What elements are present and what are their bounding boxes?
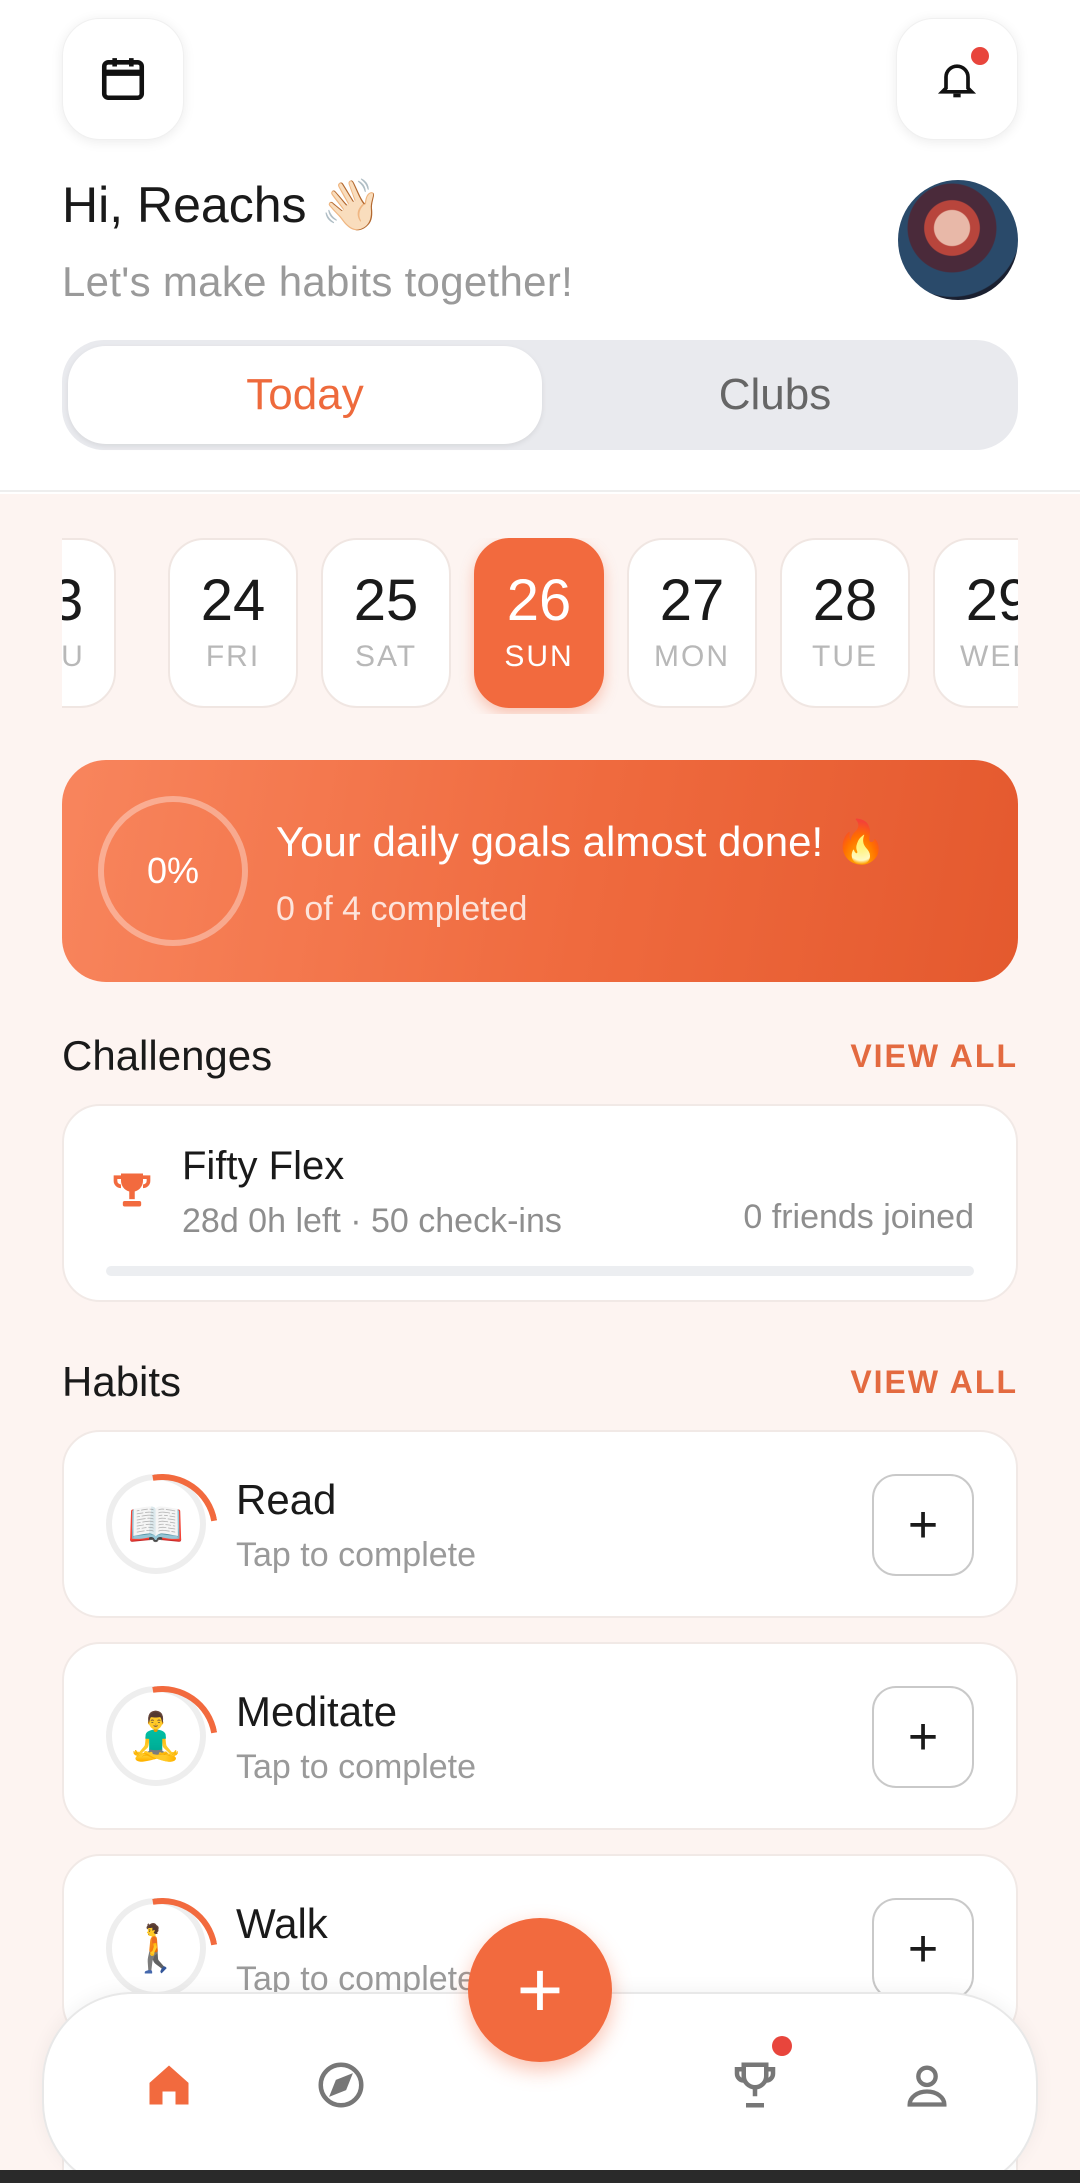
habit-name: Meditate (236, 1688, 398, 1735)
goal-title: Your daily goals almost done! 🔥 (276, 818, 888, 865)
date-weekday: MON (654, 640, 730, 673)
date-weekday: TUE (812, 640, 878, 673)
habit-subtitle: Tap to complete (236, 1536, 477, 1574)
habit-card[interactable]: 📖 Read Tap to complete + (62, 1430, 1018, 1618)
goal-progress-ring: 0% (98, 796, 248, 946)
date-item[interactable]: 27 MON (627, 538, 757, 708)
notification-badge (971, 47, 989, 65)
goal-percent: 0% (146, 850, 200, 891)
date-item[interactable]: 28 TUE (780, 538, 910, 708)
nav-explore[interactable] (306, 2050, 376, 2120)
challenge-name: Fifty Flex (182, 1144, 345, 1188)
date-number: 29 (965, 568, 1018, 633)
system-gesture-bar (0, 2170, 1080, 2183)
challenges-badge (772, 2036, 792, 2056)
date-number: 27 (659, 568, 725, 633)
view-switcher: Today Clubs (62, 340, 1018, 450)
complete-habit-button[interactable]: + (872, 1474, 974, 1576)
date-number: 23 (62, 568, 84, 633)
challenges-heading: Challenges (62, 1032, 273, 1079)
header: Hi, Reachs 👋🏻 Let's make habits together… (0, 0, 1080, 492)
profile-icon (907, 2065, 947, 2107)
notifications-button[interactable] (896, 18, 1018, 140)
date-item[interactable]: 23 THU (62, 538, 116, 708)
habit-progress-ring: 🚶 (106, 1898, 206, 1998)
date-weekday: SUN (504, 640, 574, 673)
date-weekday: FRI (205, 640, 261, 673)
trophy-icon (734, 2062, 776, 2108)
nav-profile[interactable] (892, 2050, 962, 2120)
date-weekday: WED (960, 640, 1018, 673)
add-habit-fab[interactable]: + (468, 1918, 612, 2062)
date-weekday: SAT (354, 640, 418, 673)
bell-icon (937, 64, 977, 98)
nav-challenges[interactable] (720, 2050, 790, 2120)
date-item[interactable]: 24 FRI (168, 538, 298, 708)
calendar-button[interactable] (62, 18, 184, 140)
date-item[interactable]: 25 SAT (321, 538, 451, 708)
habit-name: Walk (236, 1900, 328, 1947)
challenge-meta: 28d 0h left · 50 check-ins (182, 1202, 562, 1240)
date-number: 26 (506, 568, 572, 633)
habit-name: Read (236, 1476, 337, 1523)
date-item[interactable]: 29 WED (933, 538, 1018, 708)
habit-progress-ring: 📖 (106, 1474, 206, 1574)
complete-habit-button[interactable]: + (872, 1686, 974, 1788)
home-icon (149, 2065, 189, 2105)
complete-habit-button[interactable]: + (872, 1898, 974, 2000)
date-strip[interactable]: 23 THU 24 FRI 25 SAT 26 SUN 27 MON 28 TU… (62, 538, 1018, 714)
trophy-icon (113, 1173, 151, 1207)
habit-subtitle: Tap to complete (236, 1748, 477, 1786)
habit-progress-ring: 🧘‍♂️ (106, 1686, 206, 1786)
habits-heading: Habits (62, 1358, 182, 1405)
book-icon: 📖 (127, 1497, 185, 1550)
greeting-subtitle: Let's make habits together! (62, 258, 574, 305)
daily-goal-card[interactable]: 0% Your daily goals almost done! 🔥 0 of … (62, 760, 1018, 982)
calendar-icon (101, 58, 145, 101)
meditation-icon: 🧘‍♂️ (127, 1709, 185, 1762)
date-weekday: THU (62, 640, 85, 673)
user-avatar[interactable] (898, 180, 1018, 300)
walking-icon: 🚶 (127, 1921, 185, 1974)
date-item-selected[interactable]: 26 SUN (474, 538, 604, 708)
challenge-progress-bar (106, 1266, 974, 1276)
date-number: 25 (353, 568, 419, 633)
compass-icon (318, 2062, 364, 2108)
tab-today[interactable]: Today (68, 346, 542, 444)
goal-subtitle: 0 of 4 completed (276, 890, 528, 928)
challenge-friends: 0 friends joined (743, 1198, 974, 1236)
date-number: 24 (200, 568, 266, 633)
tab-clubs[interactable]: Clubs (538, 346, 1012, 444)
nav-home[interactable] (134, 2050, 204, 2120)
habit-card[interactable]: 🧘‍♂️ Meditate Tap to complete + (62, 1642, 1018, 1830)
habits-view-all-link[interactable]: VIEW ALL (850, 1364, 1018, 1401)
challenge-card[interactable]: Fifty Flex 28d 0h left · 50 check-ins 0 … (62, 1104, 1018, 1302)
greeting: Hi, Reachs 👋🏻 (62, 177, 383, 233)
challenges-view-all-link[interactable]: VIEW ALL (850, 1038, 1018, 1075)
date-number: 28 (812, 568, 878, 633)
